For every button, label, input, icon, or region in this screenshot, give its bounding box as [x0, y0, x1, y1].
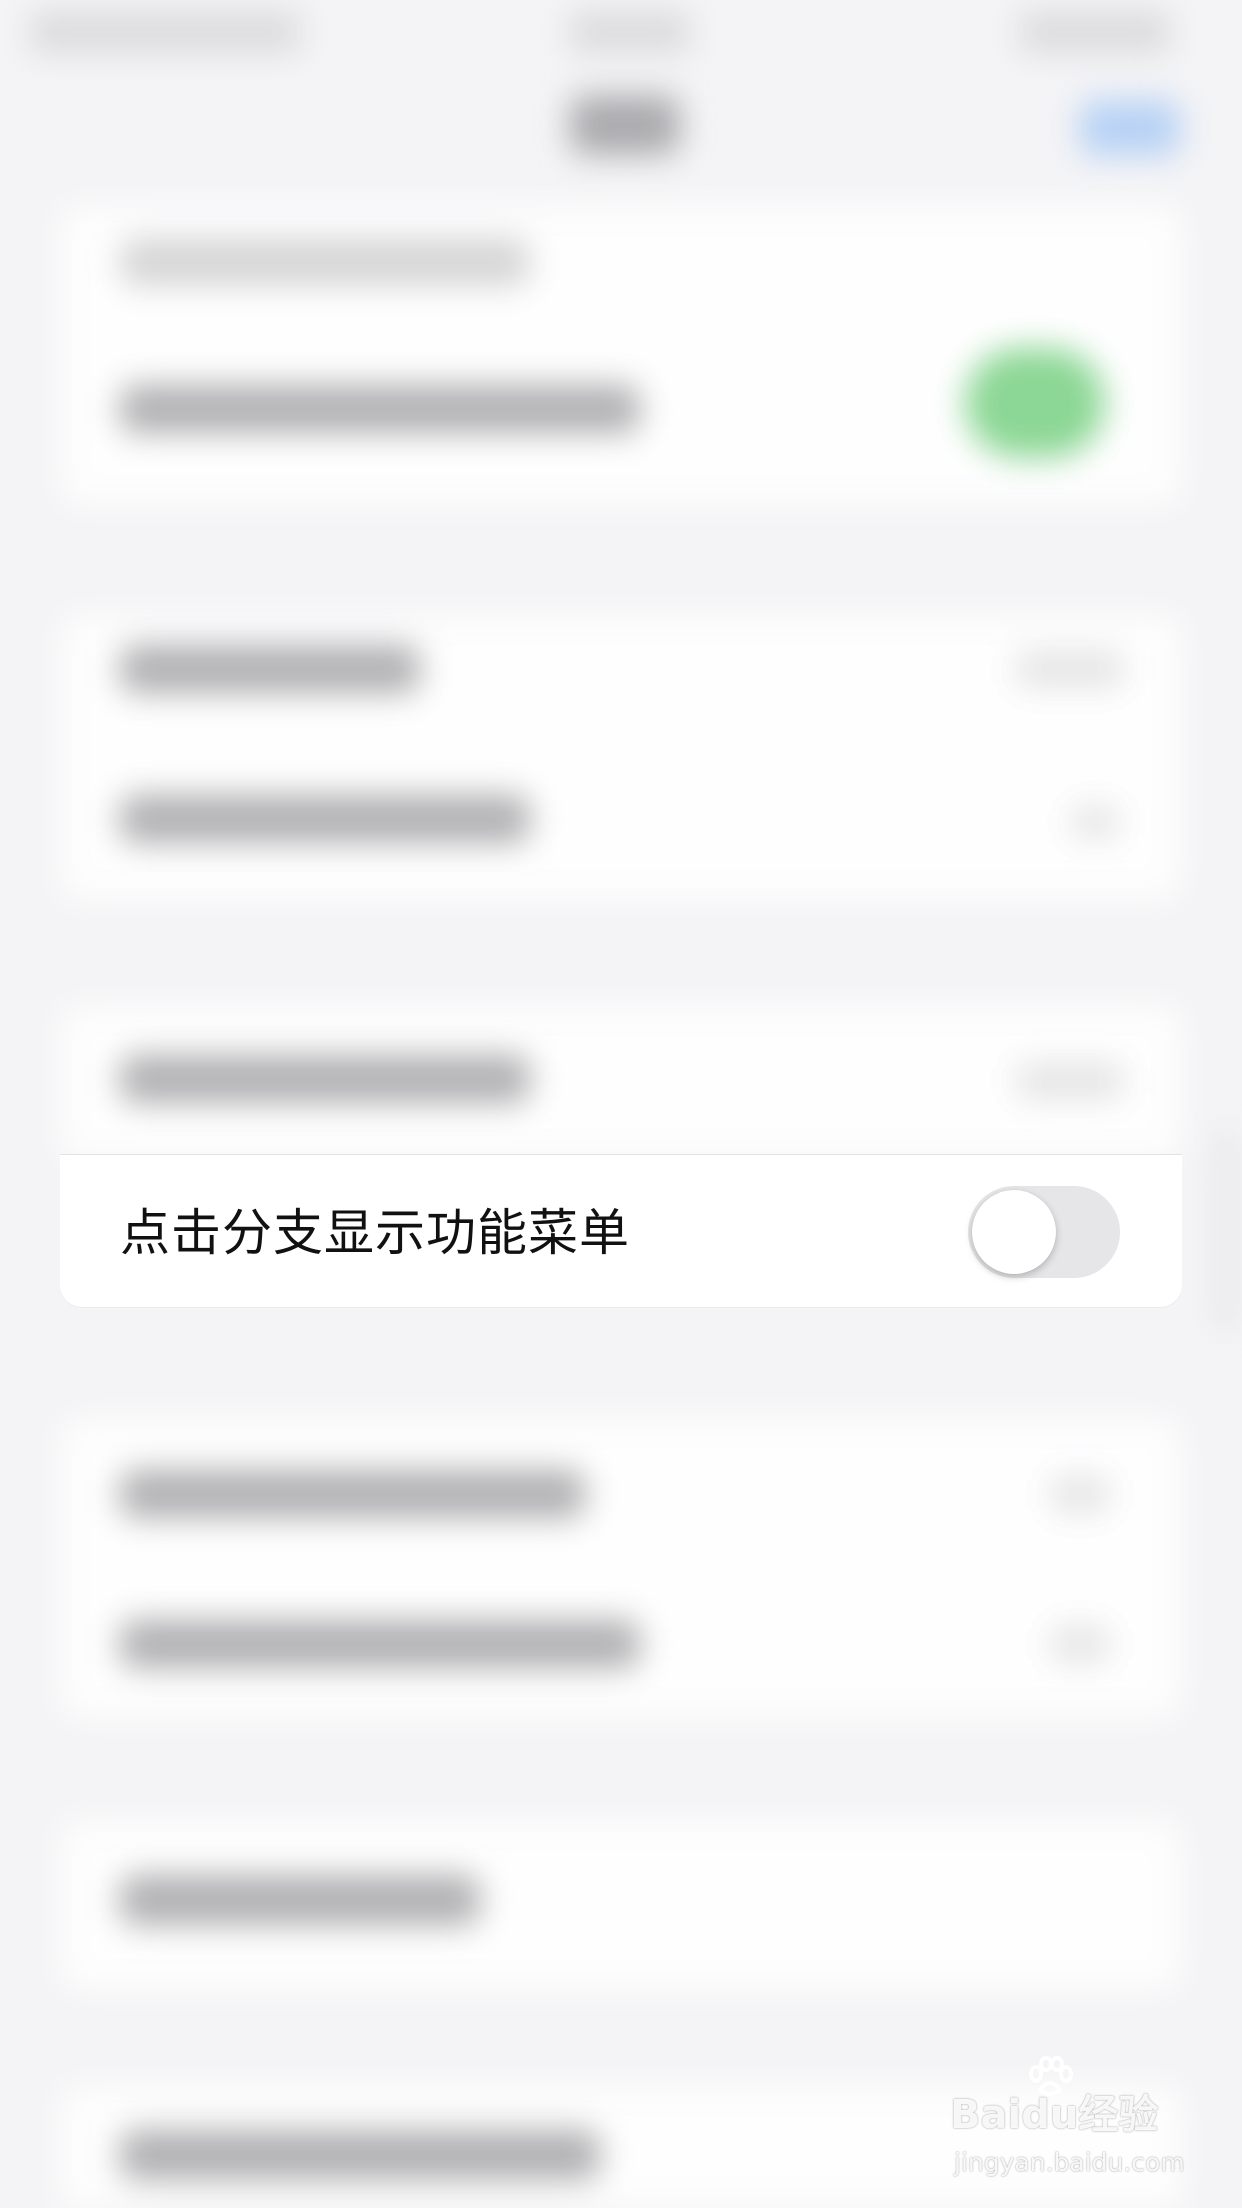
branch-menu-label: 点击分支显示功能菜单 — [120, 1204, 630, 1262]
settings-row-6-label — [120, 1470, 585, 1518]
settings-row-9-label — [120, 2130, 600, 2180]
settings-row-8-label — [120, 1875, 480, 1925]
settings-row-4-label — [120, 795, 530, 843]
settings-row-1-label — [120, 238, 530, 286]
scroll-indicator[interactable] — [1220, 1130, 1232, 1330]
settings-row-7-label — [120, 1620, 640, 1668]
settings-row-3-value — [1015, 650, 1125, 688]
status-bar-right — [1020, 12, 1170, 52]
settings-row-5-value — [1015, 1062, 1125, 1100]
settings-toggle-on[interactable] — [965, 348, 1105, 458]
status-bar-time — [570, 12, 690, 52]
settings-row-6-chevron — [1050, 1475, 1110, 1513]
settings-row-4-chevron — [1070, 805, 1120, 839]
watermark-brand: Baidu经验 — [950, 2092, 1159, 2138]
settings-group-4 — [60, 1418, 1182, 1718]
settings-row-3-label — [120, 645, 420, 693]
status-bar-left — [30, 12, 300, 52]
branch-menu-toggle[interactable] — [968, 1186, 1120, 1278]
settings-row-branch-menu[interactable]: 点击分支显示功能菜单 — [60, 1155, 1182, 1307]
settings-row-5-label — [120, 1055, 530, 1103]
settings-row-7-chevron — [1050, 1625, 1110, 1663]
settings-row-2-label — [120, 385, 640, 433]
toggle-knob — [972, 1190, 1056, 1274]
watermark-url: jingyan.baidu.com — [954, 2148, 1185, 2177]
nav-action-button[interactable] — [1080, 100, 1180, 156]
blurred-background — [0, 0, 1242, 2208]
nav-title — [570, 95, 680, 155]
baidu-jingyan-watermark: Baidu经验 jingyan.baidu.com — [950, 2056, 1220, 2190]
